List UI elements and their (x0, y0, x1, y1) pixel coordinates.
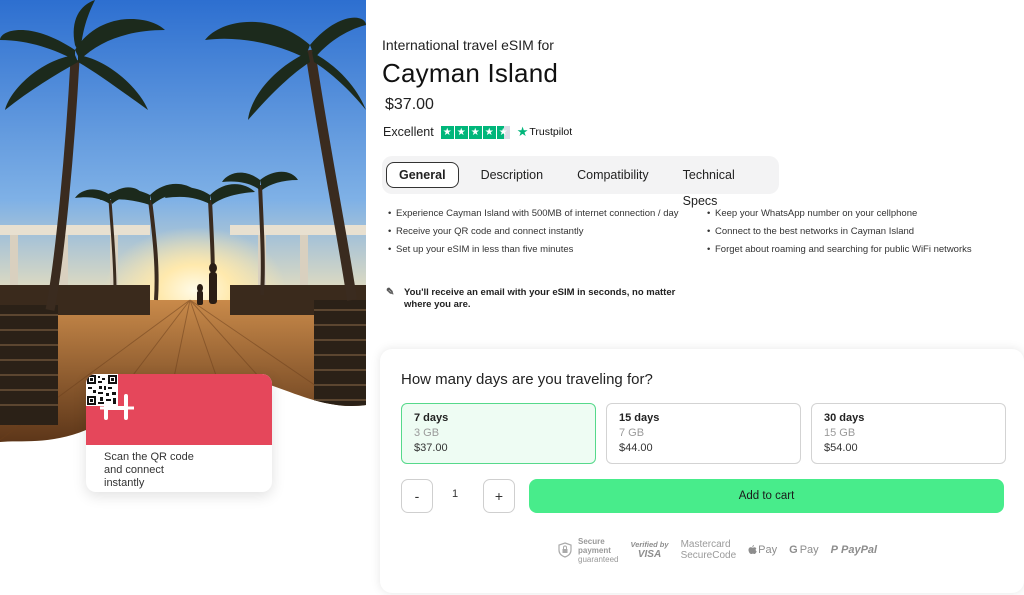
feature-item: Keep your WhatsApp number on your cellph… (705, 208, 1005, 220)
plan-data: 15 GB (824, 427, 856, 439)
page-title: Cayman Island (382, 58, 559, 88)
half-star-icon: ★ (496, 125, 510, 139)
trustpilot-label: Trustpilot (529, 126, 573, 138)
apple-pay-logo: Pay (748, 544, 777, 556)
email-note-text: You'll receive an email with your eSIM i… (404, 287, 676, 310)
star-icon: ★ (468, 125, 482, 139)
plan-option-30-days[interactable]: 30 days 15 GB $54.00 (811, 403, 1006, 464)
feature-item: Set up your eSIM in less than five minut… (386, 244, 686, 256)
tab-compatibility[interactable]: Compatibility (565, 162, 661, 188)
add-to-cart-button[interactable]: Add to cart (529, 479, 1004, 513)
google-g-icon: G (789, 544, 798, 556)
plan-price: $44.00 (619, 442, 653, 454)
apple-pay-label: Pay (758, 544, 778, 556)
feature-list-right: Keep your WhatsApp number on your cellph… (705, 208, 1005, 262)
star-icon: ★ (482, 125, 496, 139)
trustpilot-star-icon: ★ (516, 124, 529, 139)
plan-days: 15 days (619, 412, 660, 424)
star-icon: ★ (454, 125, 468, 139)
purchase-panel: How many days are you traveling for? 7 d… (380, 349, 1024, 593)
star-icon: ★ (440, 125, 454, 139)
trustpilot-logo: ★ Trustpilot (517, 124, 572, 140)
product-price: $37.00 (385, 96, 434, 113)
verified-by-visa-logo: Verified by VISA (630, 540, 668, 560)
hero-image: Scan the QR code and connect instantly (0, 0, 366, 595)
days-question: How many days are you traveling for? (401, 371, 653, 388)
apple-icon (748, 544, 757, 554)
feature-list-left: Experience Cayman Island with 500MB of i… (386, 208, 686, 262)
paypal-icon: P (830, 544, 838, 556)
paypal-logo: P PayPal (831, 544, 877, 556)
plan-option-7-days[interactable]: 7 days 3 GB $37.00 (401, 403, 596, 464)
shield-icon (558, 542, 572, 558)
paypal-label: PayPal (841, 544, 878, 556)
product-tabs: General Description Compatibility Techni… (382, 156, 779, 208)
mastercard-securecode-logo: Mastercard SecureCode (681, 539, 737, 561)
mc-line-2: SecureCode (680, 550, 737, 561)
email-note: ✎ You'll receive an email with your eSIM… (386, 287, 704, 311)
rating-label: Excellent (383, 125, 434, 139)
qr-caption: Scan the QR code and connect instantly (104, 451, 194, 489)
beach-photo (0, 0, 366, 442)
product-subtitle: International travel eSIM for (382, 37, 554, 53)
tab-technical-specs[interactable]: Technical Specs (671, 162, 779, 208)
plan-option-15-days[interactable]: 15 days 7 GB $44.00 (606, 403, 801, 464)
tab-description[interactable]: Description (469, 162, 556, 188)
rating-stars: ★ ★ ★ ★ ★ (440, 125, 511, 139)
quantity-decrease-button[interactable]: - (401, 479, 433, 513)
plan-days: 7 days (414, 412, 449, 424)
visa-line-2: VISA (637, 549, 662, 560)
plan-price: $54.00 (824, 442, 858, 454)
mc-line-1: Mastercard (680, 539, 731, 550)
secure-line-1: Secure (578, 536, 605, 546)
plan-data: 7 GB (619, 427, 645, 439)
google-pay-label: Pay (799, 544, 819, 556)
quantity-value[interactable]: 1 (452, 488, 458, 500)
feature-item: Connect to the best networks in Cayman I… (705, 226, 1005, 238)
feature-item: Experience Cayman Island with 500MB of i… (386, 208, 686, 220)
feature-item: Forget about roaming and searching for p… (705, 244, 1005, 256)
plan-data: 3 GB (414, 427, 440, 439)
secure-payment-badge: Secure payment guaranteed (558, 537, 618, 564)
google-pay-logo: G Pay (789, 544, 819, 556)
pencil-icon: ✎ (386, 287, 395, 298)
quantity-increase-button[interactable]: + (483, 479, 515, 513)
qr-code-icon (86, 374, 118, 406)
tab-general[interactable]: General (386, 162, 459, 188)
feature-item: Receive your QR code and connect instant… (386, 226, 686, 238)
secure-line-2: payment (578, 545, 611, 555)
trustpilot-rating[interactable]: Excellent ★ ★ ★ ★ ★ ★ Trustpilot (383, 124, 572, 140)
plan-price: $37.00 (414, 442, 448, 454)
payment-badges: Secure payment guaranteed Verified by VI… (558, 533, 889, 567)
plan-days: 30 days (824, 412, 865, 424)
secure-line-3: guaranteed (578, 554, 619, 564)
qr-promo-card: Scan the QR code and connect instantly (86, 374, 272, 492)
